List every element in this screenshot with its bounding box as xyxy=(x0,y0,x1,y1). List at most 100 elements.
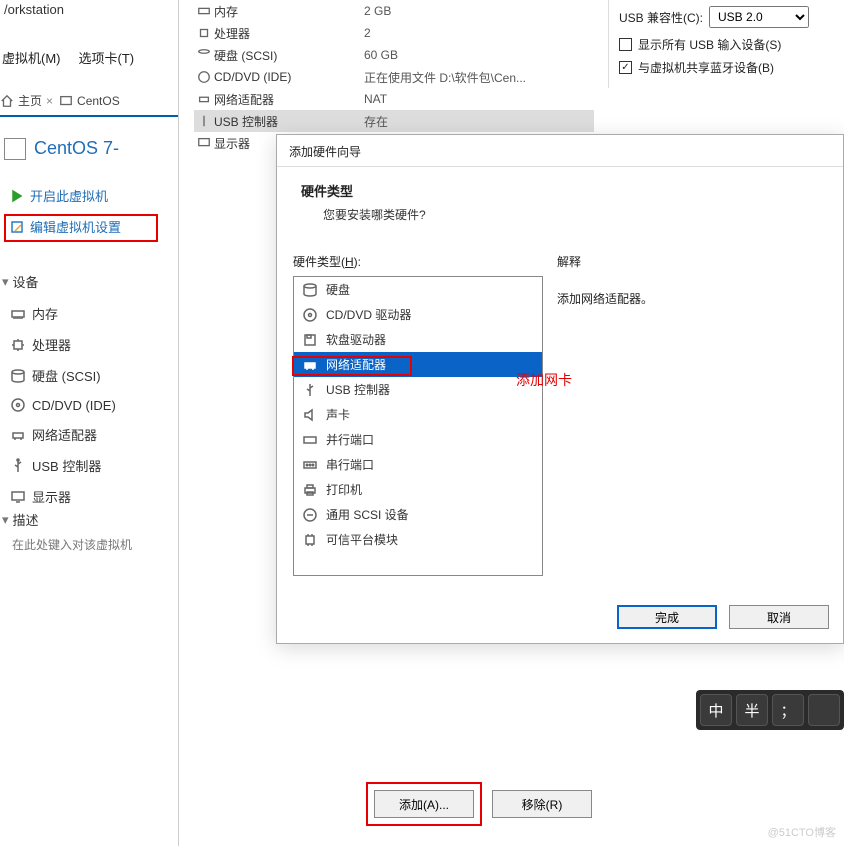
explain-label: 解释 xyxy=(557,253,827,270)
usb-icon xyxy=(302,382,318,398)
hardware-summary: 内存2 GB 处理器2 硬盘 (SCSI)60 GB CD/DVD (IDE)正… xyxy=(194,0,594,154)
device-cpu[interactable]: 处理器 xyxy=(10,329,170,360)
hw-option-label: 并行端口 xyxy=(326,431,374,448)
hw-option-label: 网络适配器 xyxy=(326,356,386,373)
menu-vm[interactable]: 虚拟机(M) xyxy=(2,48,61,67)
device-cpu-label: 处理器 xyxy=(32,335,71,354)
edit-settings-link[interactable]: 编辑虚拟机设置 xyxy=(10,217,121,236)
vm-title: CentOS 7- xyxy=(34,138,119,159)
device-cddvd[interactable]: CD/DVD (IDE) xyxy=(10,391,170,419)
summary-row-memory[interactable]: 内存2 GB xyxy=(194,0,594,22)
devices-section-header[interactable]: ▾ 设备 xyxy=(2,272,39,291)
summary-value: 正在使用文件 D:\软件包\Cen... xyxy=(364,69,526,86)
annotation-text: 添加网卡 xyxy=(516,370,572,390)
devices-label: 设备 xyxy=(13,272,39,291)
vm-icon xyxy=(4,138,26,160)
cancel-button[interactable]: 取消 xyxy=(729,605,829,629)
hw-option-sound[interactable]: 声卡 xyxy=(294,402,542,427)
device-disk[interactable]: 硬盘 (SCSI) xyxy=(10,360,170,391)
tab-home[interactable]: 主页 × xyxy=(0,92,53,109)
hw-option-label: 打印机 xyxy=(326,481,362,498)
memory-icon xyxy=(10,306,26,322)
disk-icon xyxy=(302,282,318,298)
add-button[interactable]: 添加(A)... xyxy=(374,790,474,818)
usb-share-bt-label: 与虚拟机共享蓝牙设备(B) xyxy=(638,59,774,76)
hw-option-floppy[interactable]: 软盘驱动器 xyxy=(294,327,542,352)
ime-key[interactable]: 中 xyxy=(700,694,732,726)
summary-label: 硬盘 (SCSI) xyxy=(214,47,364,64)
device-network[interactable]: 网络适配器 xyxy=(10,419,170,450)
ime-key[interactable] xyxy=(808,694,840,726)
tab-bar: 主页 × CentOS xyxy=(0,92,178,117)
device-display[interactable]: 显示器 xyxy=(10,481,170,512)
device-memory[interactable]: 内存 xyxy=(10,298,170,329)
summary-row-cddvd[interactable]: CD/DVD (IDE)正在使用文件 D:\软件包\Cen... xyxy=(194,66,594,88)
summary-value: 存在 xyxy=(364,113,388,130)
wizard-heading: 硬件类型 xyxy=(301,181,819,200)
hw-option-parallel[interactable]: 并行端口 xyxy=(294,427,542,452)
summary-label: 网络适配器 xyxy=(214,91,364,108)
network-icon xyxy=(197,92,211,106)
hw-option-label: 通用 SCSI 设备 xyxy=(326,506,409,523)
summary-row-cpu[interactable]: 处理器2 xyxy=(194,22,594,44)
summary-label: CD/DVD (IDE) xyxy=(214,70,364,84)
power-on-link[interactable]: 开启此虚拟机 xyxy=(10,186,121,205)
hw-option-tpm[interactable]: 可信平台模块 xyxy=(294,527,542,552)
description-section-header[interactable]: ▾ 描述 xyxy=(2,510,39,529)
cpu-icon xyxy=(10,337,26,353)
watermark: @51CTO博客 xyxy=(768,824,836,840)
cpu-icon xyxy=(197,26,211,40)
hw-type-listbox[interactable]: 硬盘 CD/DVD 驱动器 软盘驱动器 网络适配器 USB 控制器 声卡 并行端… xyxy=(293,276,543,576)
hw-option-scsi[interactable]: 通用 SCSI 设备 xyxy=(294,502,542,527)
summary-value: 60 GB xyxy=(364,48,398,62)
network-icon xyxy=(302,357,318,373)
explain-text: 添加网络适配器。 xyxy=(557,290,827,307)
device-network-label: 网络适配器 xyxy=(32,425,97,444)
description-hint[interactable]: 在此处键入对该虚拟机 xyxy=(12,536,132,553)
usb-panel: USB 兼容性(C): USB 2.0 显示所有 USB 输入设备(S) ✓ 与… xyxy=(608,0,844,88)
summary-row-disk[interactable]: 硬盘 (SCSI)60 GB xyxy=(194,44,594,66)
hw-option-cddvd[interactable]: CD/DVD 驱动器 xyxy=(294,302,542,327)
serial-icon xyxy=(302,457,318,473)
ime-bar[interactable]: 中 半 ； xyxy=(696,690,844,730)
hw-option-serial[interactable]: 串行端口 xyxy=(294,452,542,477)
hw-option-usb[interactable]: USB 控制器 xyxy=(294,377,542,402)
hw-type-label: 硬件类型(H): xyxy=(293,253,543,270)
summary-value: NAT xyxy=(364,92,387,106)
power-on-label: 开启此虚拟机 xyxy=(30,186,108,205)
usb-compat-select[interactable]: USB 2.0 xyxy=(709,6,809,28)
menubar: 虚拟机(M) 选项卡(T) xyxy=(0,48,134,67)
wizard-title: 添加硬件向导 xyxy=(277,135,843,167)
hw-option-printer[interactable]: 打印机 xyxy=(294,477,542,502)
hw-option-disk[interactable]: 硬盘 xyxy=(294,277,542,302)
summary-value: 2 GB xyxy=(364,4,391,18)
divider xyxy=(178,0,179,846)
description-label: 描述 xyxy=(13,510,39,529)
hw-option-network[interactable]: 网络适配器 xyxy=(294,352,542,377)
ime-key[interactable]: 半 xyxy=(736,694,768,726)
usb-compat-label: USB 兼容性(C): xyxy=(619,9,703,26)
memory-icon xyxy=(197,4,211,18)
usb-icon xyxy=(10,458,26,474)
menu-tabs[interactable]: 选项卡(T) xyxy=(79,48,135,67)
disk-icon xyxy=(10,368,26,384)
remove-button[interactable]: 移除(R) xyxy=(492,790,592,818)
summary-row-network[interactable]: 网络适配器NAT xyxy=(194,88,594,110)
usb-show-all-checkbox[interactable]: 显示所有 USB 输入设备(S) xyxy=(619,36,834,53)
play-icon xyxy=(10,189,24,203)
chevron-down-icon: ▾ xyxy=(2,274,9,290)
wizard-header: 硬件类型 您要安装哪类硬件? xyxy=(277,167,843,233)
ime-key[interactable]: ； xyxy=(772,694,804,726)
tab-vm[interactable]: CentOS xyxy=(59,94,120,108)
finish-button[interactable]: 完成 xyxy=(617,605,717,629)
usb-share-bt-checkbox[interactable]: ✓ 与虚拟机共享蓝牙设备(B) xyxy=(619,59,834,76)
summary-label: 内存 xyxy=(214,3,364,20)
device-disk-label: 硬盘 (SCSI) xyxy=(32,366,101,385)
app-title: /orkstation xyxy=(0,2,64,17)
close-icon[interactable]: × xyxy=(46,94,53,108)
summary-label: USB 控制器 xyxy=(214,113,364,130)
hw-option-label: 声卡 xyxy=(326,406,350,423)
sound-icon xyxy=(302,407,318,423)
device-usb[interactable]: USB 控制器 xyxy=(10,450,170,481)
summary-row-usb[interactable]: USB 控制器存在 xyxy=(194,110,594,132)
